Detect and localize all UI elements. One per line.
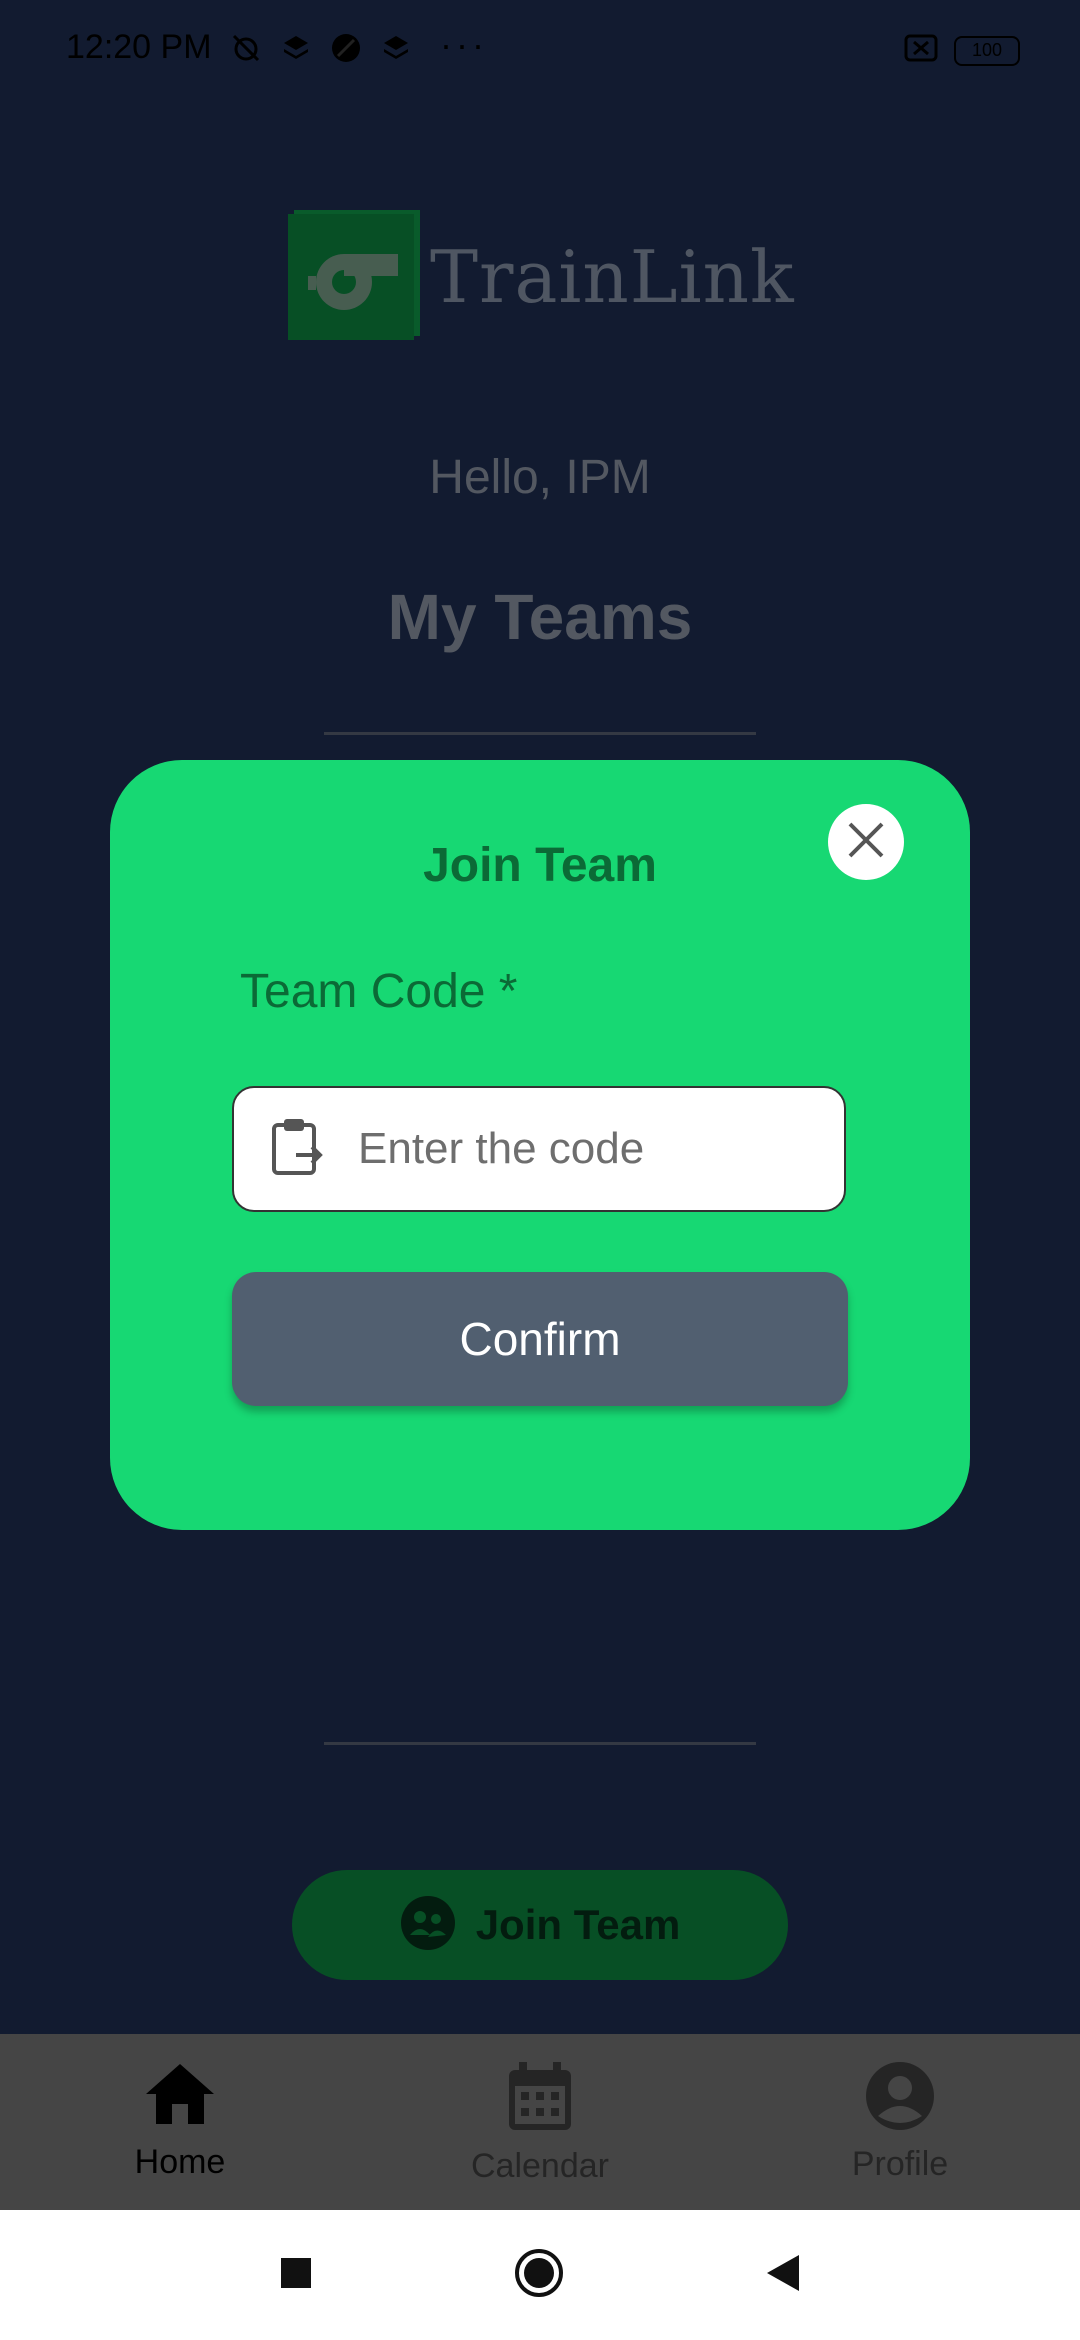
close-icon	[846, 820, 886, 865]
team-code-field[interactable]	[232, 1086, 846, 1212]
back-icon[interactable]	[765, 2253, 801, 2298]
system-navigation-bar	[0, 2210, 1080, 2340]
confirm-button[interactable]: Confirm	[232, 1272, 848, 1406]
team-code-label: Team Code *	[240, 965, 518, 1018]
team-code-input[interactable]	[356, 1123, 780, 1175]
clipboard-icon	[270, 1117, 324, 1182]
close-button[interactable]	[828, 804, 904, 880]
join-team-dialog: Join Team Team Code * Confirm	[110, 760, 970, 1530]
recents-icon[interactable]	[279, 2256, 313, 2295]
home-circle-icon[interactable]	[513, 2247, 565, 2304]
